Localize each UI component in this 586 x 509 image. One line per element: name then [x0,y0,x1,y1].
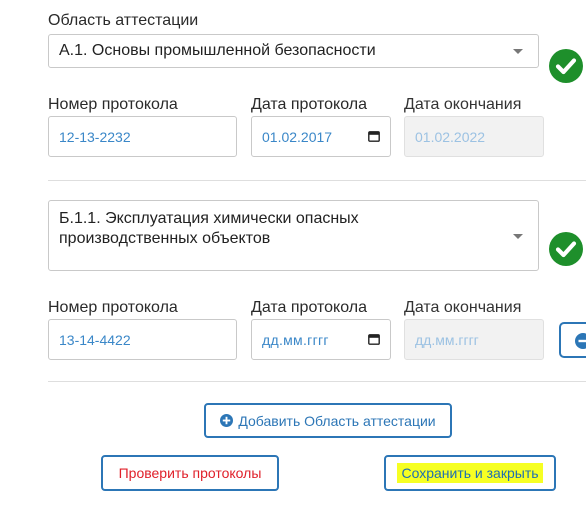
add-area-button[interactable]: Добавить Область аттестации [204,403,452,438]
check-protocols-button[interactable]: Проверить протоколы [101,455,279,491]
check-circle-icon [549,49,583,83]
end-date-label-1: Дата окончания [404,96,522,113]
area-select-1[interactable]: А.1. Основы промышленной безопасности [48,34,539,68]
end-date-placeholder-2: дд.мм.гггг [415,331,479,348]
protocol-date-placeholder-2: дд.мм.гггг [262,331,329,348]
save-close-label: Сохранить и закрыть [397,463,543,483]
calendar-icon[interactable] [368,129,380,145]
protocol-date-value-1: 01.02.2017 [262,128,333,145]
plus-circle-icon [220,414,234,427]
area-label: Область аттестации [48,12,199,29]
end-date-label-2: Дата окончания [404,299,522,316]
save-close-button[interactable]: Сохранить и закрыть [384,455,556,491]
protocol-number-input-1[interactable]: 12-13-2232 [48,116,237,157]
protocol-number-value-1: 12-13-2232 [59,128,131,145]
area-select-2[interactable]: Б.1.1. Эксплуатация химически опасных пр… [48,200,539,271]
chevron-down-icon [513,234,523,239]
area-select-1-value: А.1. Основы промышленной безопасности [59,42,376,59]
check-protocols-label: Проверить протоколы [118,465,262,481]
section-divider-2 [48,381,586,382]
chevron-down-icon [513,49,523,54]
area-select-2-value: Б.1.1. Эксплуатация химически опасных пр… [59,210,359,247]
add-area-label: Добавить Область аттестации [238,412,436,429]
protocol-number-input-2[interactable]: 13-14-4422 [48,319,237,360]
end-date-value-1: 01.02.2022 [415,128,486,145]
minus-circle-icon [575,333,586,354]
protocol-number-label-2: Номер протокола [48,299,178,316]
section-divider-1 [48,180,586,181]
protocol-date-label-2: Дата протокола [251,299,367,316]
check-circle-icon [549,232,583,266]
protocol-date-input-2[interactable]: дд.мм.гггг [251,319,391,360]
protocol-date-input-1[interactable]: 01.02.2017 [251,116,391,157]
remove-area-button[interactable] [559,322,586,358]
protocol-number-label-1: Номер протокола [48,96,178,113]
end-date-input-2: дд.мм.гггг [404,319,544,360]
end-date-input-1: 01.02.2022 [404,116,544,157]
protocol-date-label-1: Дата протокола [251,96,367,113]
protocol-number-value-2: 13-14-4422 [59,331,131,348]
calendar-icon[interactable] [368,332,380,348]
